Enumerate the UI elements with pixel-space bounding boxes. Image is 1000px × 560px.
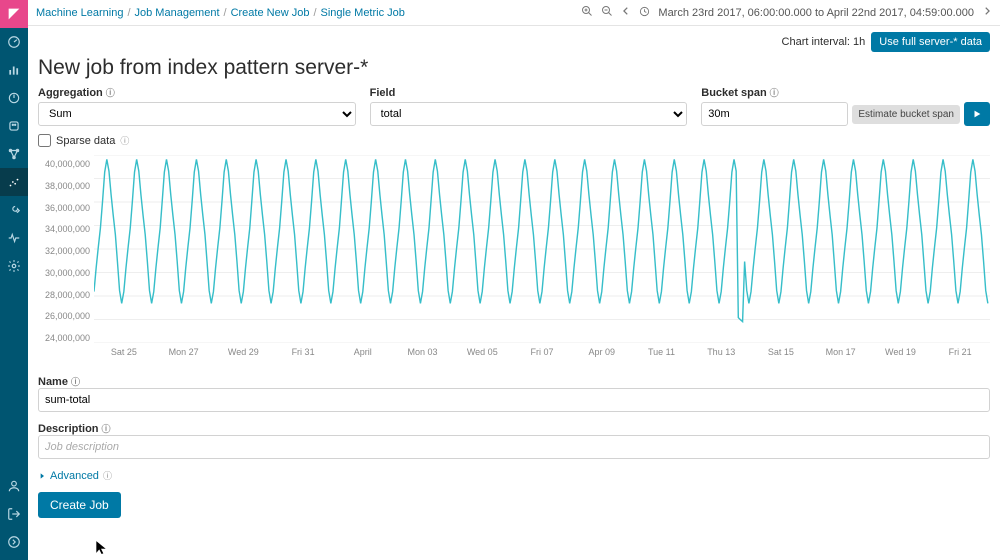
- zoom-in-icon[interactable]: [581, 5, 593, 20]
- info-icon[interactable]: ⓘ: [120, 134, 129, 147]
- aggregation-select[interactable]: Sum: [38, 102, 356, 126]
- nav-devtools-icon[interactable]: [0, 196, 28, 224]
- info-icon[interactable]: ⓘ: [103, 469, 112, 482]
- name-label: Name: [38, 376, 68, 388]
- bucket-span-input[interactable]: [701, 102, 848, 126]
- nav-canvas-icon[interactable]: [0, 112, 28, 140]
- sparse-data-label: Sparse data: [56, 135, 115, 147]
- play-button[interactable]: [964, 102, 990, 126]
- time-prev-icon[interactable]: [621, 6, 631, 19]
- kibana-logo[interactable]: [0, 0, 28, 28]
- breadcrumb-singlemetric[interactable]: Single Metric Job: [321, 7, 405, 19]
- clock-icon: [639, 6, 650, 20]
- zoom-out-icon[interactable]: [601, 5, 613, 20]
- metric-chart: 40,000,00038,000,00036,000,00034,000,000…: [38, 155, 990, 365]
- create-job-button[interactable]: Create Job: [38, 492, 121, 518]
- field-select[interactable]: total: [370, 102, 688, 126]
- job-name-input[interactable]: [38, 388, 990, 412]
- mouse-cursor-icon: [94, 538, 108, 556]
- info-icon[interactable]: ⓘ: [770, 86, 779, 99]
- sparse-data-checkbox[interactable]: [38, 134, 51, 147]
- bucket-span-label: Bucket span: [701, 87, 766, 99]
- field-label: Field: [370, 87, 396, 99]
- nav-ml-icon[interactable]: [0, 168, 28, 196]
- job-description-input[interactable]: [38, 435, 990, 459]
- advanced-toggle[interactable]: Advanced ⓘ: [38, 469, 990, 482]
- nav-dashboard-icon[interactable]: [0, 84, 28, 112]
- nav-visualize-icon[interactable]: [0, 56, 28, 84]
- breadcrumb-createjob[interactable]: Create New Job: [231, 7, 310, 19]
- nav-collapse-icon[interactable]: [0, 528, 28, 556]
- info-icon[interactable]: ⓘ: [102, 422, 111, 435]
- use-full-data-button[interactable]: Use full server-* data: [871, 32, 990, 52]
- advanced-label: Advanced: [50, 470, 99, 482]
- breadcrumb: Machine Learning/ Job Management/ Create…: [36, 7, 405, 19]
- app-sidebar: [0, 0, 28, 560]
- info-icon[interactable]: ⓘ: [106, 86, 115, 99]
- info-icon[interactable]: ⓘ: [71, 375, 80, 388]
- page-title: New job from index pattern server-*: [38, 56, 990, 80]
- time-range[interactable]: March 23rd 2017, 06:00:00.000 to April 2…: [658, 7, 974, 19]
- nav-discover-icon[interactable]: [0, 28, 28, 56]
- time-next-icon[interactable]: [982, 6, 992, 19]
- chart-interval-label: Chart interval: 1h: [782, 36, 866, 48]
- nav-user-icon[interactable]: [0, 472, 28, 500]
- chevron-right-icon: [38, 472, 46, 480]
- nav-monitor-icon[interactable]: [0, 224, 28, 252]
- estimate-bucket-span-button[interactable]: Estimate bucket span: [852, 105, 960, 124]
- breadcrumb-jobmgmt[interactable]: Job Management: [135, 7, 220, 19]
- breadcrumb-ml[interactable]: Machine Learning: [36, 7, 123, 19]
- topbar: Machine Learning/ Job Management/ Create…: [28, 0, 1000, 26]
- nav-graph-icon[interactable]: [0, 140, 28, 168]
- description-label: Description: [38, 423, 99, 435]
- nav-logout-icon[interactable]: [0, 500, 28, 528]
- aggregation-label: Aggregation: [38, 87, 103, 99]
- nav-management-icon[interactable]: [0, 252, 28, 280]
